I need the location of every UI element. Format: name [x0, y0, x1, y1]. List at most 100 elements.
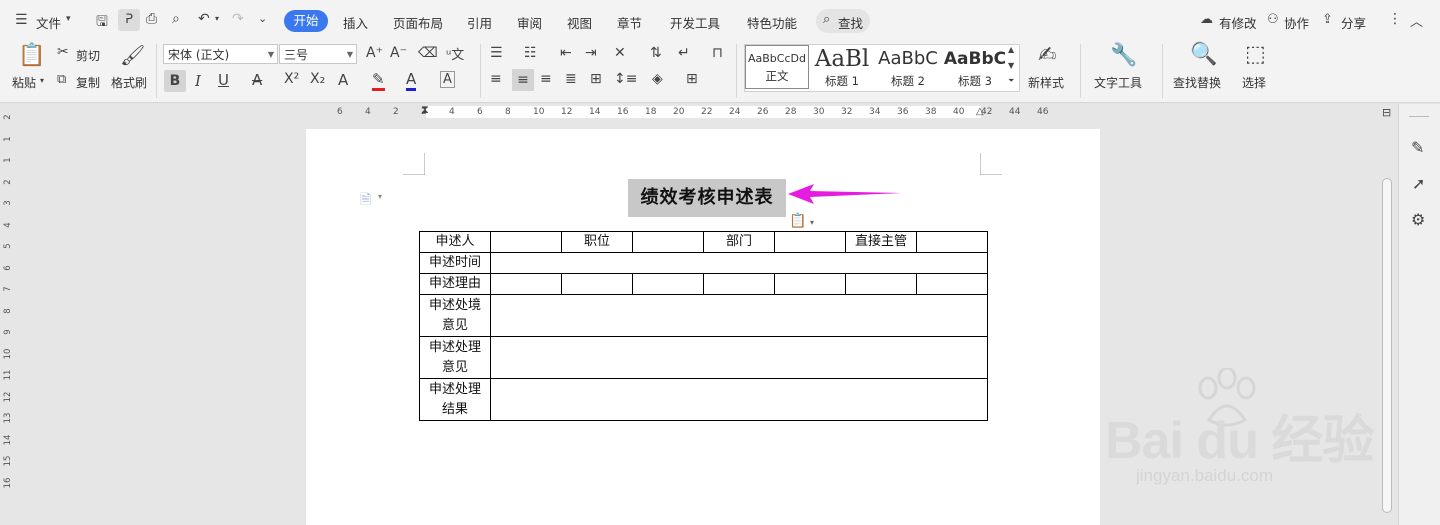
increase-font-icon[interactable]: A⁺	[366, 45, 383, 61]
split-view-icon[interactable]: ⊟	[1382, 106, 1391, 119]
chevron-down-icon[interactable]: ▾	[378, 192, 382, 201]
font-name-select[interactable]: 宋体 (正文) ▼	[163, 44, 278, 64]
borders-icon[interactable]: ⊞	[686, 71, 698, 87]
gallery-expand-icon[interactable]: ⏷	[1008, 76, 1014, 86]
clear-format-icon[interactable]: ⌫	[418, 45, 438, 61]
table-cell[interactable]	[490, 336, 988, 379]
copy-icon[interactable]: ⧉	[57, 72, 66, 87]
decrease-indent-icon[interactable]: ⇤	[560, 45, 572, 61]
table-cell[interactable]: 申述处理 意见	[419, 336, 491, 379]
paste-button[interactable]: 粘贴	[12, 74, 36, 91]
collaborate-icon[interactable]: ⚇	[1267, 12, 1279, 27]
table-cell[interactable]: 申述处理 结果	[419, 378, 491, 421]
search-button[interactable]: ⌕ 查找	[816, 9, 870, 33]
cut-button[interactable]: 剪切	[76, 47, 100, 64]
chevron-down-icon[interactable]: ▾	[40, 76, 44, 85]
table-cell[interactable]	[774, 231, 846, 253]
tab-home[interactable]: 开始	[284, 10, 328, 32]
select-button[interactable]: 选择	[1242, 74, 1266, 91]
paragraph-marker-icon[interactable]: 🗎	[360, 189, 371, 213]
file-menu[interactable]: 文件	[36, 13, 61, 32]
table-cell[interactable]: 申述时间	[419, 252, 491, 274]
bold-icon[interactable]: B	[164, 70, 186, 92]
increase-indent-icon[interactable]: ⇥	[585, 45, 597, 61]
text-effect-icon[interactable]: A	[338, 71, 348, 89]
align-center-icon[interactable]: ≡	[512, 69, 534, 91]
collapse-ribbon-icon[interactable]: ︿	[1410, 11, 1423, 30]
print-preview-icon[interactable]: ⌕	[172, 11, 180, 27]
more-options-icon[interactable]: ⋮	[1388, 11, 1402, 27]
style-heading-3[interactable]: AaBbC 标题 3	[943, 45, 1007, 89]
style-heading-2[interactable]: AaBbC 标题 2	[875, 45, 941, 89]
vertical-ruler[interactable]: 2 1 1 2 3 4 5 6 7 8 9 10 11 12 13 14 15 16	[0, 104, 16, 525]
paste-icon[interactable]: 📋	[18, 43, 45, 68]
tab-chapter[interactable]: 章节	[617, 13, 642, 32]
tab-references[interactable]: 引用	[467, 13, 492, 32]
format-painter-quick-icon[interactable]: ᕈ	[118, 9, 140, 31]
chevron-down-icon[interactable]: ▾	[66, 14, 71, 24]
wrench-icon[interactable]: 🔧	[1110, 43, 1137, 68]
unsaved-changes-label[interactable]: 有修改	[1219, 13, 1257, 32]
cursor-icon[interactable]: ➚	[1412, 174, 1425, 193]
right-indent-marker-icon[interactable]: △	[976, 106, 984, 117]
tab-developer[interactable]: 开发工具	[670, 13, 720, 32]
table-cell[interactable]	[916, 273, 988, 295]
table-cell[interactable]	[845, 273, 917, 295]
show-marks-icon[interactable]: ↵	[678, 45, 690, 61]
phonetic-guide-icon[interactable]: ᵘ文	[446, 44, 464, 63]
table-cell[interactable]: 职位	[561, 231, 633, 253]
pen-icon[interactable]: ✎	[1411, 138, 1424, 157]
hamburger-menu-icon[interactable]: ☰	[15, 12, 28, 28]
settings-sliders-icon[interactable]: ⚙	[1411, 210, 1425, 229]
tab-page-layout[interactable]: 页面布局	[393, 13, 443, 32]
gallery-up-icon[interactable]: ▲	[1008, 45, 1014, 54]
underline-icon[interactable]: U	[218, 71, 229, 89]
table-cell[interactable]	[632, 273, 704, 295]
table-cell[interactable]	[632, 231, 704, 253]
table-cell[interactable]	[490, 273, 562, 295]
quick-access-more-icon[interactable]: ⌄	[258, 12, 267, 25]
format-painter-button[interactable]: 格式刷	[111, 74, 147, 91]
bullet-list-icon[interactable]: ☰	[490, 45, 503, 61]
table-cell[interactable]: 申述人	[419, 231, 491, 253]
shading-icon[interactable]: ◈	[652, 71, 663, 87]
table-cell[interactable]	[774, 273, 846, 295]
char-border-icon[interactable]: A	[440, 71, 455, 88]
redo-icon[interactable]: ↷	[232, 11, 244, 27]
strikethrough-icon[interactable]: A	[252, 71, 262, 89]
style-normal[interactable]: AaBbCcDd 正文	[745, 45, 809, 89]
chinese-layout-icon[interactable]: ✕	[614, 45, 626, 61]
format-painter-icon[interactable]: 🖌	[120, 43, 145, 67]
table-cell[interactable]: 直接主管	[845, 231, 917, 253]
table-cell[interactable]: 申述处境 意见	[419, 294, 491, 337]
share-button[interactable]: 分享	[1341, 13, 1366, 32]
horizontal-ruler[interactable]: 6 4 2 2 4 6 8 10 12 14 16 18 20 22 24 26 28 30 32 34 36 38 40 4…	[306, 103, 1100, 120]
font-color-icon[interactable]: A	[406, 70, 417, 91]
print-icon[interactable]: ⎙	[146, 11, 157, 27]
distributed-icon[interactable]: ⊞	[590, 71, 602, 87]
paste-options-icon[interactable]: 📋	[789, 213, 806, 229]
table-cell[interactable]	[490, 231, 562, 253]
superscript-icon[interactable]: X²	[284, 71, 299, 87]
chevron-down-icon[interactable]: ▾	[810, 218, 814, 227]
table-cell[interactable]: 部门	[703, 231, 775, 253]
table-cell[interactable]	[490, 378, 988, 421]
sort-icon[interactable]: ⇅	[650, 45, 662, 61]
collaborate-button[interactable]: 协作	[1284, 13, 1309, 32]
table-cell[interactable]	[561, 273, 633, 295]
tab-view[interactable]: 视图	[567, 13, 592, 32]
table-cell[interactable]	[916, 231, 988, 253]
document-title[interactable]: 绩效考核申述表	[628, 179, 786, 217]
table-cell[interactable]	[703, 273, 775, 295]
new-style-icon[interactable]: ✍	[1038, 43, 1056, 68]
table-cell[interactable]: 申述理由	[419, 273, 491, 295]
justify-icon[interactable]: ≣	[565, 71, 577, 87]
appraisal-form-table[interactable]: 申述人 职位 部门 直接主管 申述时间 申述理由 申述处境 意见 申述处理 意见 申…	[419, 231, 988, 421]
italic-icon[interactable]: I	[195, 72, 201, 90]
tab-insert[interactable]: 插入	[343, 13, 368, 32]
undo-dropdown-icon[interactable]: ▾	[215, 14, 219, 23]
scissors-icon[interactable]: ✂	[57, 44, 69, 60]
cloud-sync-icon[interactable]: ☁	[1200, 12, 1213, 27]
font-size-select[interactable]: 三号 ▼	[279, 44, 357, 64]
select-cursor-icon[interactable]: ⬚	[1245, 42, 1266, 67]
